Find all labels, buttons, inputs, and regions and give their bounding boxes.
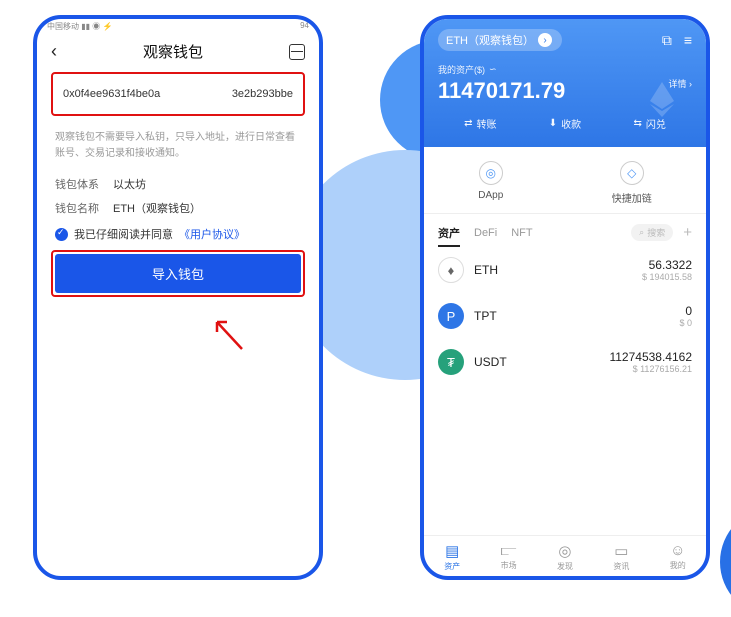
token-amount: 11274538.4162 <box>609 350 692 364</box>
wallet-selector-label: ETH（观察钱包） <box>446 32 534 48</box>
search-icon: ⌕ <box>639 227 644 238</box>
token-amount: 0 <box>679 304 692 318</box>
usdt-icon: ₮ <box>438 349 464 375</box>
nav-mine[interactable]: ☺ 我的 <box>670 542 686 572</box>
wallet-name-label: 钱包名称 <box>55 200 99 216</box>
eth-icon: ♦ <box>438 257 464 283</box>
token-row-tpt[interactable]: P TPT 0 $ 0 <box>424 293 706 339</box>
nav-news[interactable]: ▭ 资讯 <box>613 542 629 572</box>
compass-nav-icon: ◎ <box>558 542 571 560</box>
token-symbol: ETH <box>474 263 498 277</box>
swap-icon: ⇆ <box>633 118 641 129</box>
token-fiat: $ 194015.58 <box>642 272 692 282</box>
tab-defi[interactable]: DeFi <box>474 227 497 239</box>
dapp-label: DApp <box>478 190 503 201</box>
wallet-name-value: ETH（观察钱包） <box>113 200 201 216</box>
dapp-button[interactable]: ◎ DApp <box>478 161 503 205</box>
transfer-icon: ⇄ <box>464 118 472 129</box>
nav-news-label: 资讯 <box>613 561 629 572</box>
quick-actions-row: ◎ DApp ◇ 快捷加链 <box>424 147 706 214</box>
asset-tabs-row: 资产 DeFi NFT ⌕ 搜索 + <box>424 214 706 247</box>
token-row-usdt[interactable]: ₮ USDT 11274538.4162 $ 11276156.21 <box>424 339 706 385</box>
header-action-row: ⇄ 转账 ⬇ 收款 ⇆ 闪兑 <box>438 116 692 131</box>
wallet-name-row: 钱包名称 ETH（观察钱包） <box>55 200 301 216</box>
tab-assets[interactable]: 资产 <box>438 225 460 241</box>
nav-discover[interactable]: ◎ 发现 <box>557 542 573 572</box>
add-chain-button[interactable]: ◇ 快捷加链 <box>612 161 652 205</box>
nav-mine-label: 我的 <box>670 560 686 571</box>
add-chain-label: 快捷加链 <box>612 190 652 205</box>
scan-icon[interactable] <box>289 44 305 60</box>
import-button-highlight: 导入钱包 <box>51 250 305 297</box>
user-icon: ☺ <box>670 542 685 559</box>
search-placeholder: 搜索 <box>647 226 665 239</box>
watch-wallet-description: 观察钱包不需要导入私钥，只导入地址，进行日常查看账号、交易记录和接收通知。 <box>55 130 301 162</box>
transfer-button[interactable]: ⇄ 转账 <box>464 116 496 131</box>
back-icon[interactable]: ‹ <box>51 41 57 62</box>
token-symbol: USDT <box>474 355 507 369</box>
asset-label-row: 我的资产($) ∽ <box>438 63 692 76</box>
agreement-checkbox-icon[interactable] <box>55 228 68 241</box>
token-amount: 56.3322 <box>642 258 692 272</box>
chart-icon: ⫍ <box>501 542 517 559</box>
chevron-right-icon: › <box>538 33 552 47</box>
menu-icon[interactable]: ≡ <box>684 32 692 49</box>
eye-icon[interactable]: ∽ <box>489 64 497 75</box>
agreement-link[interactable]: 《用户协议》 <box>179 226 245 242</box>
token-fiat: $ 0 <box>679 318 692 328</box>
wallet-header: ETH（观察钱包） › ⧉ ≡ 我的资产($) ∽ 11470171.79 详情… <box>424 19 706 147</box>
status-right: 94 <box>300 21 309 35</box>
agreement-row[interactable]: 我已仔细阅读并同意 《用户协议》 <box>55 226 301 242</box>
token-row-eth[interactable]: ♦ ETH 56.3322 $ 194015.58 <box>424 247 706 293</box>
news-icon: ▭ <box>614 542 628 560</box>
tpt-icon: P <box>438 303 464 329</box>
phone-left-frame: 中国移动 ▮▮ ◉ ⚡ 94 ‹ 观察钱包 0x0f4ee9631f4be0a … <box>33 15 323 580</box>
swap-label: 闪兑 <box>646 116 666 131</box>
tab-nft[interactable]: NFT <box>511 227 532 239</box>
wallet-system-row: 钱包体系 以太坊 <box>55 176 301 192</box>
annotation-arrow-icon <box>207 314 247 354</box>
swap-button[interactable]: ⇆ 闪兑 <box>633 116 665 131</box>
address-input-box[interactable]: 0x0f4ee9631f4be0a 3e2b293bbe <box>51 72 305 116</box>
import-wallet-button[interactable]: 导入钱包 <box>55 254 301 293</box>
asset-label: 我的资产($) <box>438 63 485 76</box>
status-bar: 中国移动 ▮▮ ◉ ⚡ 94 <box>37 19 319 35</box>
address-suffix: 3e2b293bbe <box>232 88 293 100</box>
address-prefix: 0x0f4ee9631f4be0a <box>63 88 160 100</box>
wallet-icon: ▤ <box>445 542 459 560</box>
camera-icon[interactable]: ⧉ <box>662 32 672 49</box>
page-title: 观察钱包 <box>143 41 203 62</box>
agreement-text: 我已仔细阅读并同意 <box>74 226 173 242</box>
phone-right-frame: ETH（观察钱包） › ⧉ ≡ 我的资产($) ∽ 11470171.79 详情… <box>420 15 710 580</box>
nav-assets[interactable]: ▤ 资产 <box>444 542 460 572</box>
receive-label: 收款 <box>561 116 581 131</box>
receive-icon: ⬇ <box>549 118 557 129</box>
status-signal: 中国移动 ▮▮ ◉ ⚡ <box>47 21 112 35</box>
add-token-button[interactable]: + <box>683 224 692 241</box>
token-symbol: TPT <box>474 309 497 323</box>
token-search[interactable]: ⌕ 搜索 <box>631 224 673 241</box>
wallet-system-value: 以太坊 <box>113 176 146 192</box>
bottom-nav: ▤ 资产 ⫍ 市场 ◎ 发现 ▭ 资讯 ☺ 我的 <box>424 535 706 576</box>
compass-icon: ◎ <box>479 161 503 185</box>
title-bar: ‹ 观察钱包 <box>37 35 319 72</box>
token-fiat: $ 11276156.21 <box>609 364 692 374</box>
nav-market-label: 市场 <box>501 560 517 571</box>
chain-icon: ◇ <box>620 161 644 185</box>
transfer-label: 转账 <box>477 116 497 131</box>
nav-market[interactable]: ⫍ 市场 <box>501 542 517 572</box>
wallet-selector-chip[interactable]: ETH（观察钱包） › <box>438 29 562 51</box>
nav-assets-label: 资产 <box>444 561 460 572</box>
wallet-system-label: 钱包体系 <box>55 176 99 192</box>
nav-discover-label: 发现 <box>557 561 573 572</box>
receive-button[interactable]: ⬇ 收款 <box>549 116 581 131</box>
header-top-row: ETH（观察钱包） › ⧉ ≡ <box>438 29 692 51</box>
